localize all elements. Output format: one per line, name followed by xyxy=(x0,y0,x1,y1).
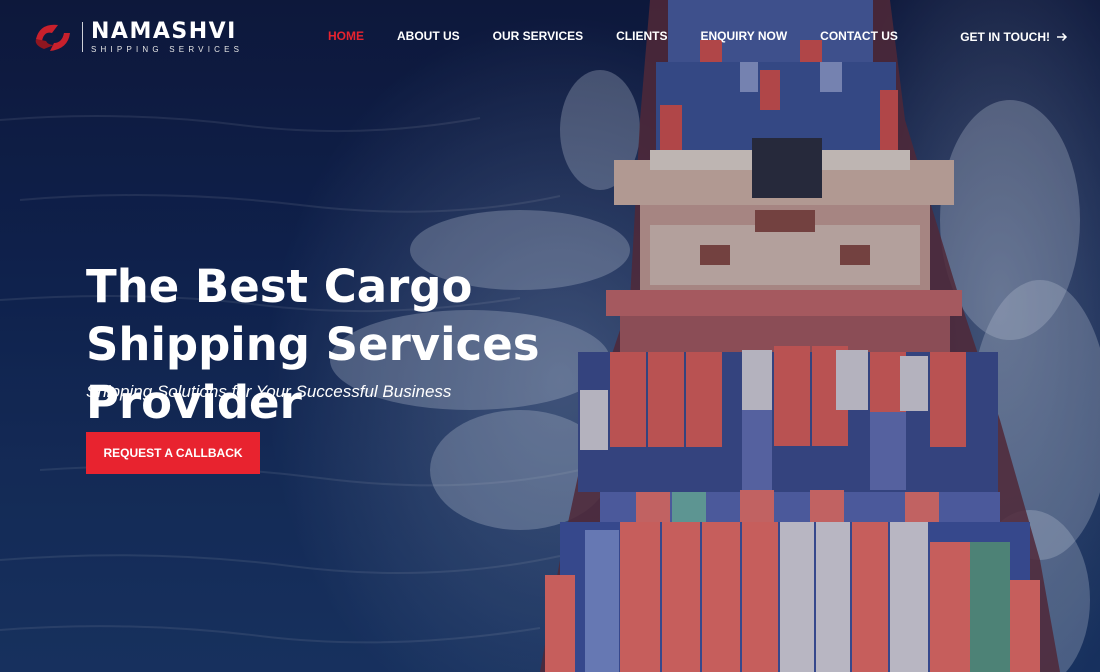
main-nav: HOME ABOUT US OUR SERVICES CLIENTS ENQUI… xyxy=(328,29,931,43)
arrow-right-icon xyxy=(1057,32,1068,42)
site-header: NAMASHVI SHIPPING SERVICES HOME ABOUT US… xyxy=(0,0,1100,72)
brand-tagline: SHIPPING SERVICES xyxy=(91,44,244,54)
logo-text: NAMASHVI SHIPPING SERVICES xyxy=(91,18,244,54)
logo-icon xyxy=(35,24,70,51)
nav-home[interactable]: HOME xyxy=(328,29,364,43)
brand-logo[interactable]: NAMASHVI SHIPPING SERVICES xyxy=(32,19,243,55)
nav-contact-us[interactable]: CONTACT US xyxy=(820,29,898,43)
hero-subtitle: Shipping Solutions for Your Successful B… xyxy=(86,382,452,401)
get-in-touch-label: GET IN TOUCH! xyxy=(960,30,1050,44)
get-in-touch-link[interactable]: GET IN TOUCH! xyxy=(960,30,1068,44)
hero-section: NAMASHVI SHIPPING SERVICES HOME ABOUT US… xyxy=(0,0,1100,672)
logo-divider xyxy=(82,22,83,52)
hero-title: The Best Cargo Shipping Services Provide… xyxy=(86,260,540,429)
nav-about-us[interactable]: ABOUT US xyxy=(397,29,460,43)
nav-enquiry-now[interactable]: ENQUIRY NOW xyxy=(700,29,787,43)
request-callback-button[interactable]: REQUEST A CALLBACK xyxy=(86,432,260,474)
brand-name: NAMASHVI xyxy=(91,18,237,44)
nav-our-services[interactable]: OUR SERVICES xyxy=(493,29,583,43)
nav-clients[interactable]: CLIENTS xyxy=(616,29,667,43)
